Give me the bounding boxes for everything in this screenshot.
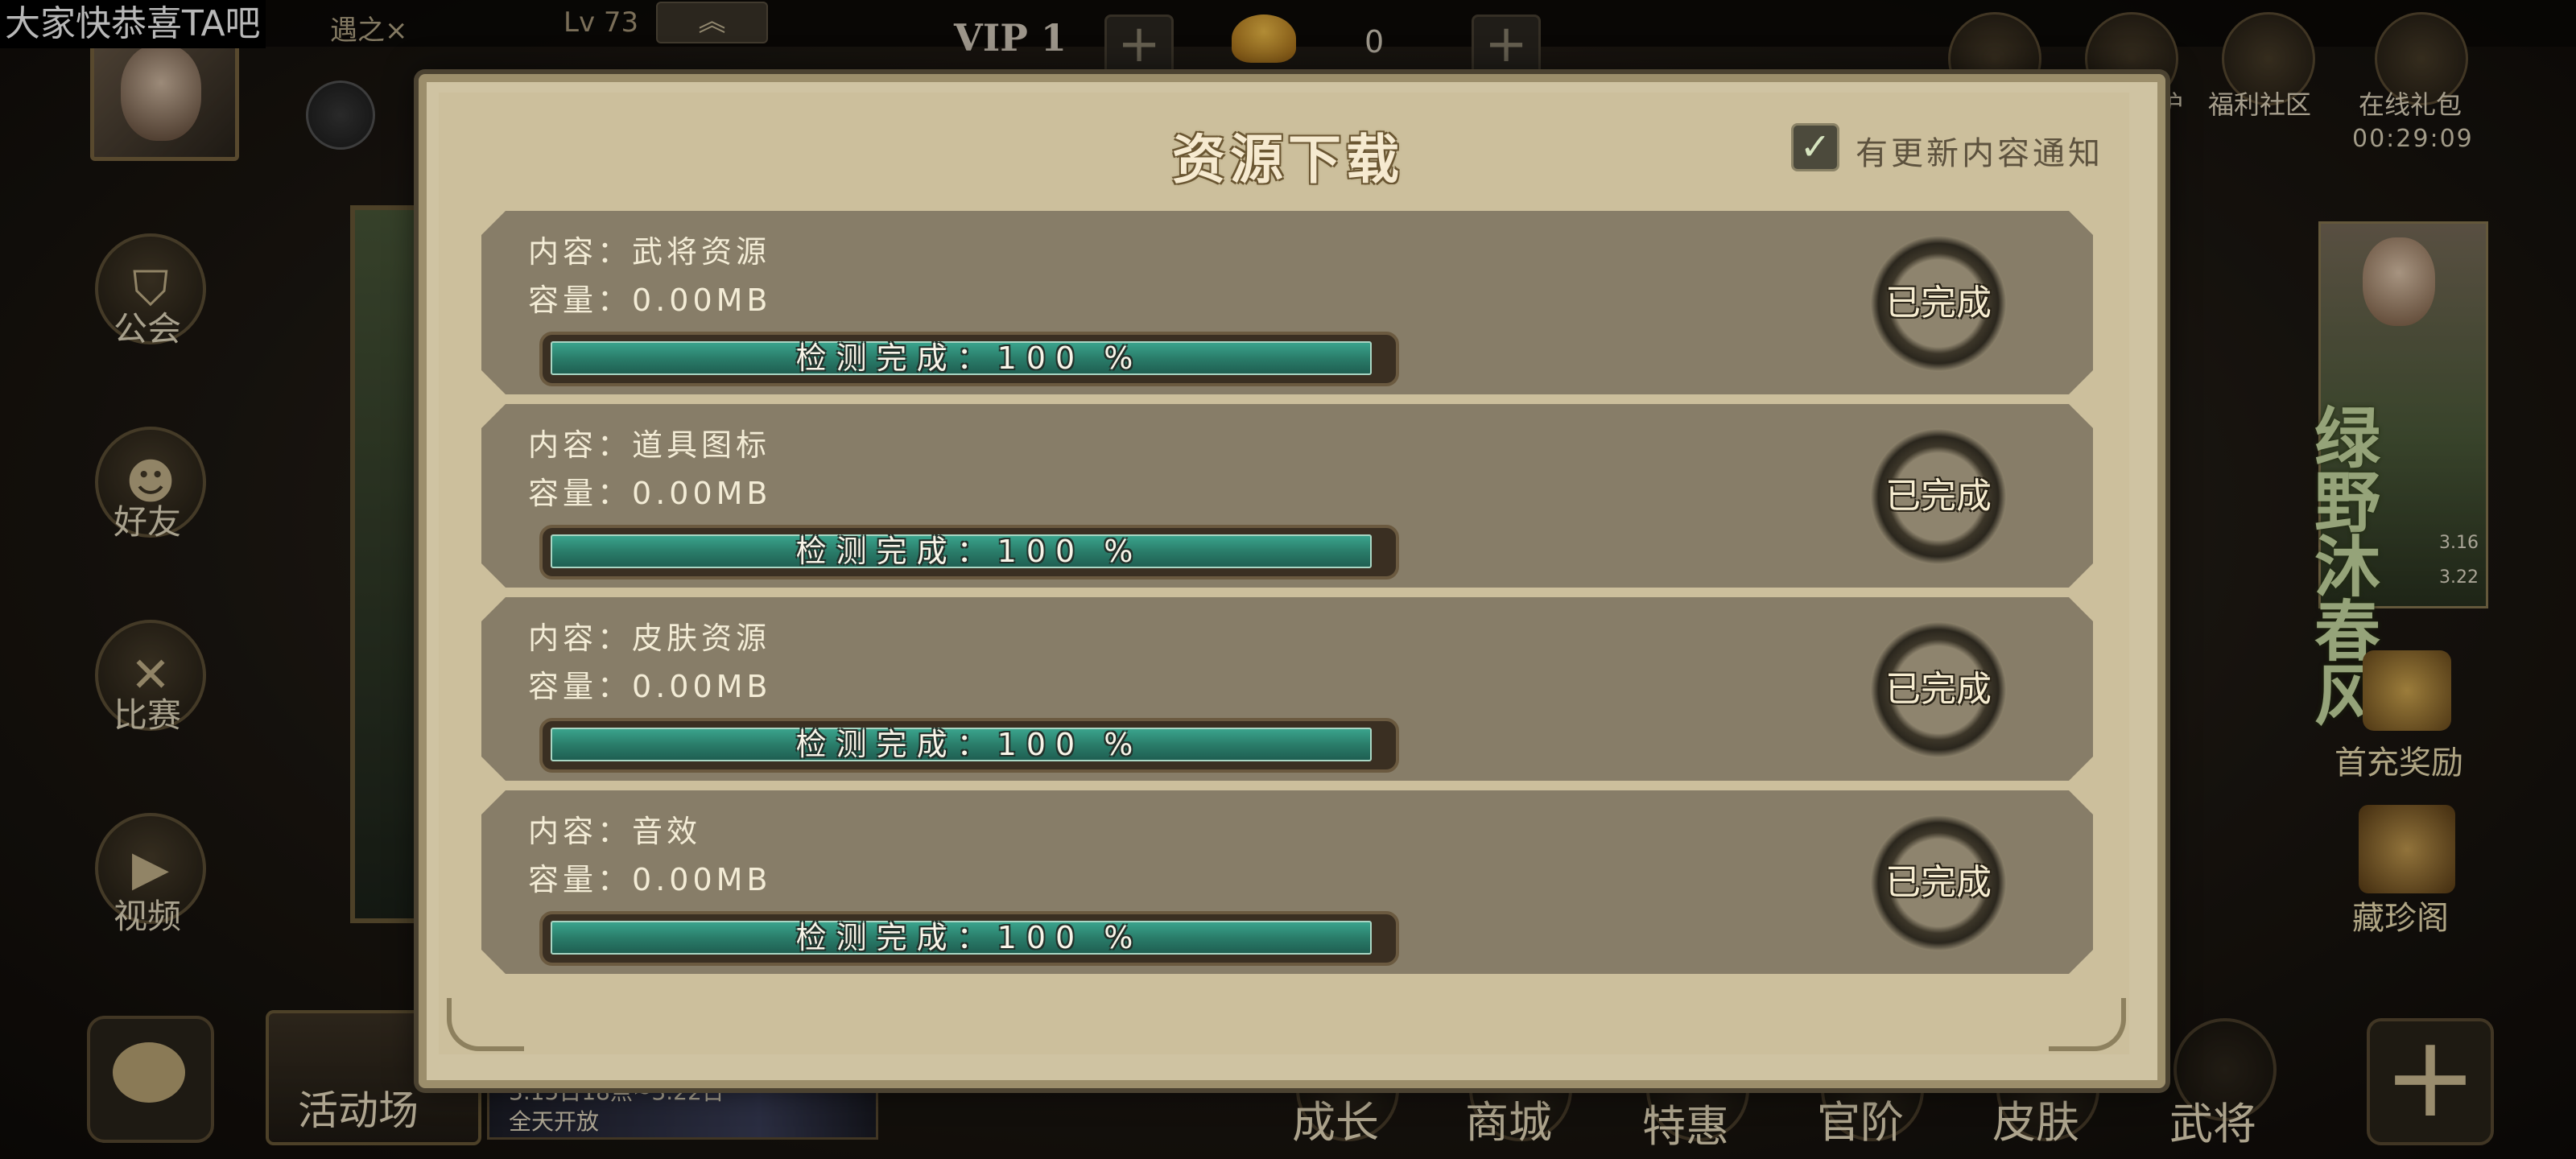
notify-label[interactable]: 有更新内容通知 — [1856, 127, 2103, 174]
download-row: 内容：皮肤资源 容量：0.00MB 检测完成：100 % 已完成 — [481, 597, 2093, 781]
progress-bar: 检测完成：100 % — [539, 718, 1399, 773]
content-label: 内容： — [528, 234, 633, 270]
size-line: 容量：0.00MB — [528, 662, 771, 706]
size-line: 容量：0.00MB — [528, 275, 771, 320]
size-label: 容量： — [528, 669, 633, 704]
corner-ornament — [447, 998, 524, 1051]
progress-bar: 检测完成：100 % — [539, 525, 1399, 580]
content-line: 内容：武将资源 — [528, 227, 770, 271]
progress-text: 检测完成：100 % — [795, 340, 1143, 376]
size-value: 0.00MB — [632, 862, 772, 897]
notify-checkbox[interactable]: ✓ — [1791, 123, 1839, 171]
status-text: 已完成 — [1885, 476, 1992, 517]
progress-text: 检测完成：100 % — [795, 920, 1143, 955]
progress-text: 检测完成：100 % — [795, 534, 1143, 569]
size-value: 0.00MB — [632, 283, 772, 318]
download-row: 内容：音效 容量：0.00MB 检测完成：100 % 已完成 — [481, 790, 2093, 974]
content-value: 道具图标 — [632, 427, 771, 463]
size-value: 0.00MB — [632, 669, 772, 704]
download-row: 内容：武将资源 容量：0.00MB 检测完成：100 % 已完成 — [481, 211, 2093, 394]
dialog-title: 资源下载 — [1172, 128, 1404, 191]
size-line: 容量：0.00MB — [528, 855, 771, 899]
status-text: 已完成 — [1885, 283, 1992, 324]
status-text: 已完成 — [1885, 669, 1992, 710]
content-label: 内容： — [528, 814, 633, 849]
content-label: 内容： — [528, 621, 633, 656]
status-text: 已完成 — [1885, 862, 1992, 903]
progress-text: 检测完成：100 % — [795, 727, 1143, 762]
content-line: 内容：皮肤资源 — [528, 613, 770, 658]
content-line: 内容：音效 — [528, 806, 701, 851]
size-label: 容量： — [528, 283, 633, 318]
size-value: 0.00MB — [632, 476, 772, 511]
size-label: 容量： — [528, 862, 633, 897]
content-value: 皮肤资源 — [632, 621, 771, 656]
size-label: 容量： — [528, 476, 633, 511]
content-line: 内容：道具图标 — [528, 420, 770, 464]
checkmark-icon: ✓ — [1799, 125, 1831, 168]
content-value: 音效 — [632, 814, 702, 849]
content-label: 内容： — [528, 427, 633, 463]
progress-bar: 检测完成：100 % — [539, 911, 1399, 966]
content-value: 武将资源 — [632, 234, 771, 270]
size-line: 容量：0.00MB — [528, 468, 771, 513]
corner-ornament — [2049, 998, 2126, 1051]
download-row: 内容：道具图标 容量：0.00MB 检测完成：100 % 已完成 — [481, 404, 2093, 588]
progress-bar: 检测完成：100 % — [539, 332, 1399, 386]
